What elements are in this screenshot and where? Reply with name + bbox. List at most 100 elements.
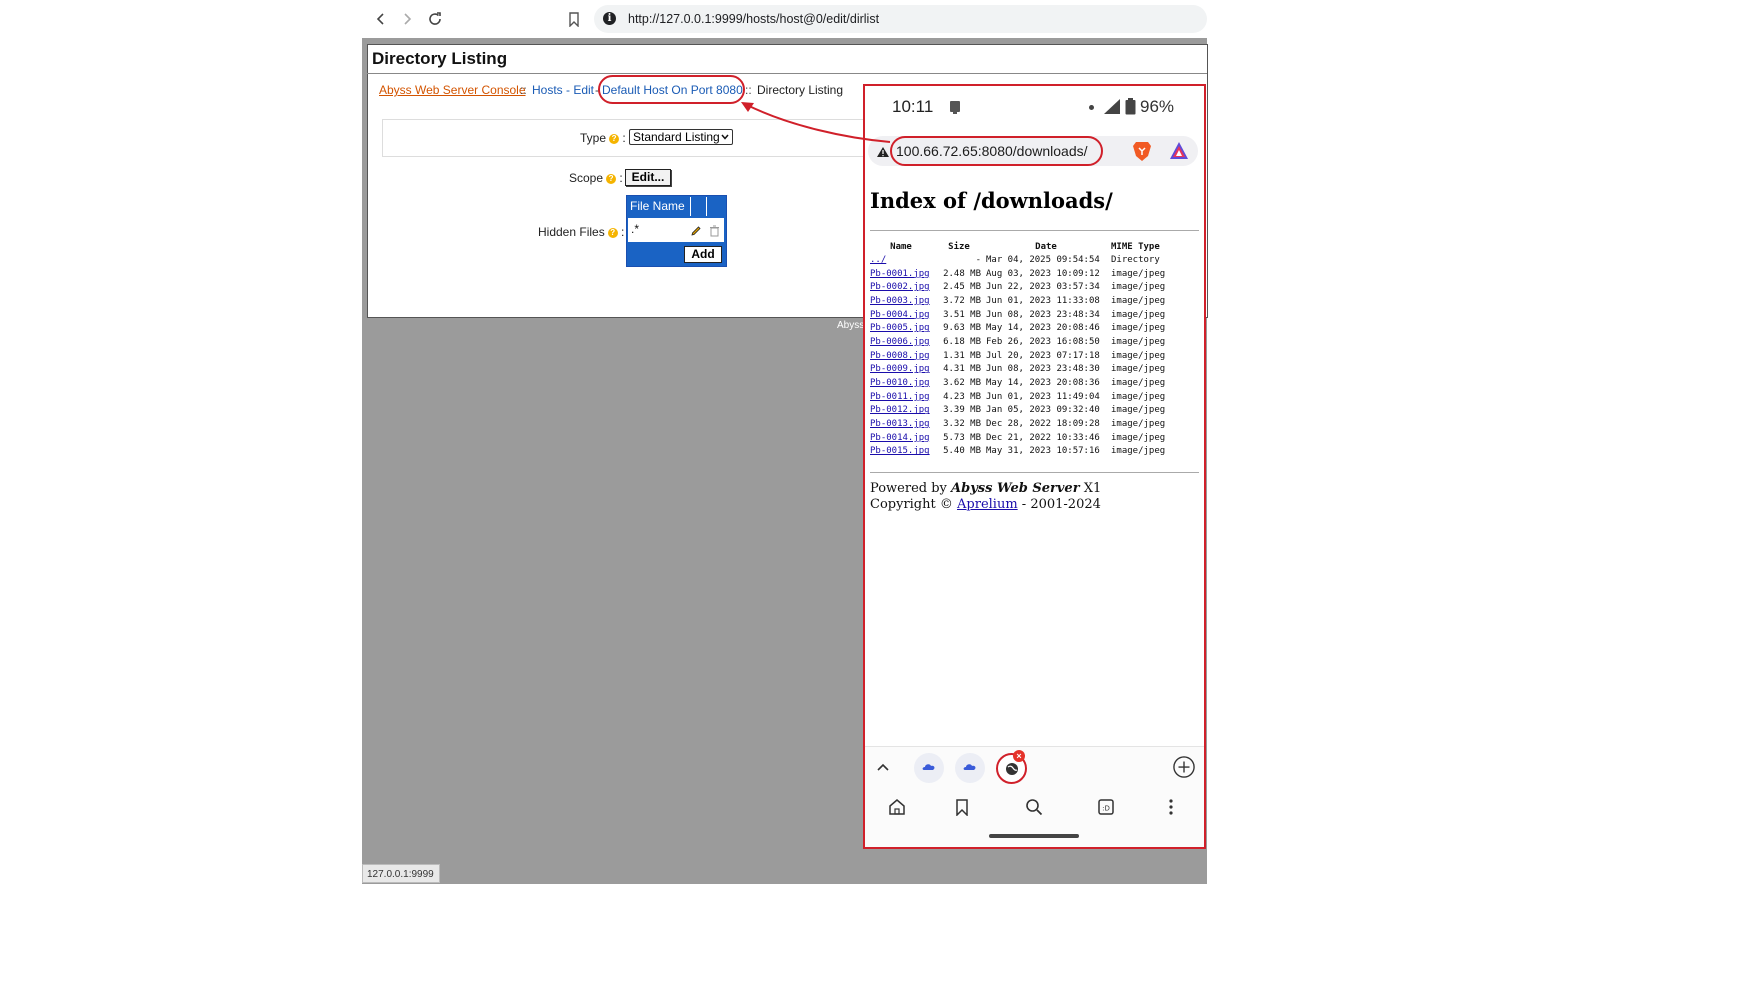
file-link[interactable]: Pb-0012.jpg	[870, 405, 930, 415]
breadcrumb-separator: ::	[745, 83, 752, 97]
table-row: Pb-0003.jpg 3.72 MB Jun 01, 2023 11:33:08 i…	[870, 294, 1170, 308]
tabs-button[interactable]: :D	[1095, 796, 1117, 818]
table-header-cell	[690, 197, 705, 216]
table-row: Pb-0011.jpg 4.23 MB Jun 01, 2023 11:49:04 i…	[870, 390, 1170, 404]
file-size: 3.72 MB	[943, 295, 981, 306]
file-date: Mar 04, 2025 09:54:54	[986, 254, 1100, 265]
file-link[interactable]: Pb-0013.jpg	[870, 419, 930, 429]
bookmarks-button[interactable]	[951, 796, 973, 818]
file-date: Jun 08, 2023 23:48:34	[986, 309, 1100, 320]
powered-by-footer: Powered by Abyss Web Server X1 Copyright…	[870, 481, 1101, 513]
more-vertical-icon	[1169, 799, 1173, 815]
new-tab-button[interactable]	[1173, 756, 1195, 778]
file-type: image/jpeg	[1111, 336, 1166, 347]
file-link[interactable]: ../	[870, 255, 886, 265]
address-text[interactable]: http://127.0.0.1:9999/hosts/host@0/edit/…	[628, 12, 879, 26]
breadcrumb-hosts-edit-link[interactable]: Hosts - Edit	[532, 83, 594, 97]
search-button[interactable]	[1023, 796, 1045, 818]
file-size: 2.48 MB	[943, 268, 981, 279]
file-type: image/jpeg	[1111, 309, 1166, 320]
file-link[interactable]: Pb-0009.jpg	[870, 364, 930, 374]
cloud-icon	[963, 764, 976, 770]
edit-row-button[interactable]	[690, 224, 702, 242]
breadcrumb-current: Directory Listing	[757, 83, 844, 97]
file-type: image/jpeg	[1111, 405, 1166, 416]
page-title: Directory Listing	[372, 49, 508, 68]
file-link[interactable]: Pb-0004.jpg	[870, 310, 930, 320]
copyright-line: Copyright © Aprelium - 2001-2024	[870, 497, 1101, 512]
signal-icon	[1103, 98, 1121, 120]
file-date: May 14, 2023 20:08:36	[986, 378, 1100, 389]
home-button[interactable]	[886, 796, 908, 818]
type-select-value: Standard Listing	[633, 130, 720, 144]
file-type: image/jpeg	[1111, 323, 1166, 334]
tab-favicon[interactable]	[955, 753, 985, 783]
notification-icon	[948, 100, 962, 120]
status-bar-url: 127.0.0.1:9999	[362, 864, 440, 883]
file-link[interactable]: Pb-0006.jpg	[870, 337, 930, 347]
brave-shield-icon[interactable]	[1132, 140, 1152, 167]
listing-heading: Index of /downloads/	[870, 188, 1113, 213]
collapse-tabs-button[interactable]	[872, 756, 894, 778]
close-tab-icon[interactable]: ×	[1013, 750, 1025, 762]
plus-circle-icon	[1173, 756, 1195, 778]
file-link[interactable]: Pb-0011.jpg	[870, 392, 930, 402]
reload-button[interactable]	[424, 8, 446, 30]
file-date: Jun 01, 2023 11:33:08	[986, 295, 1100, 306]
pencil-icon	[691, 226, 701, 236]
table-header-cell	[706, 197, 721, 216]
menu-button[interactable]	[1160, 796, 1182, 818]
table-row: Pb-0001.jpg 2.48 MB Aug 03, 2023 10:09:12 i…	[870, 267, 1170, 281]
help-icon[interactable]: ?	[609, 133, 620, 144]
site-info-icon[interactable]: i	[603, 12, 616, 25]
globe-icon	[1005, 762, 1018, 775]
breadcrumb-console-link[interactable]: Abyss Web Server Console	[379, 83, 526, 97]
trash-icon	[710, 225, 719, 237]
annotation-arrow	[741, 102, 891, 143]
table-header-row: Name Size Date MIME Type	[870, 240, 1170, 253]
bookmark-page-button[interactable]	[563, 8, 585, 30]
file-link[interactable]: Pb-0014.jpg	[870, 433, 930, 443]
table-header: File Name	[630, 199, 685, 213]
back-button[interactable]	[370, 8, 392, 30]
file-size: 9.63 MB	[943, 323, 981, 334]
home-icon	[889, 799, 905, 815]
aprelium-link[interactable]: Aprelium	[957, 497, 1018, 512]
add-button[interactable]: Add	[684, 246, 722, 263]
file-date: Jan 05, 2023 09:32:40	[986, 405, 1100, 416]
bookmark-icon	[956, 798, 968, 816]
file-date: Jun 01, 2023 11:49:04	[986, 391, 1100, 402]
file-type: image/jpeg	[1111, 350, 1166, 361]
file-size: 3.62 MB	[943, 378, 981, 389]
file-link[interactable]: Pb-0010.jpg	[870, 378, 930, 388]
file-link[interactable]: Pb-0003.jpg	[870, 296, 930, 306]
hidden-file-pattern: .*	[631, 222, 640, 236]
file-type: image/jpeg	[1111, 282, 1166, 293]
delete-row-button[interactable]	[709, 224, 720, 242]
forward-button[interactable]	[396, 8, 418, 30]
file-link[interactable]: Pb-0001.jpg	[870, 269, 930, 279]
file-type: image/jpeg	[1111, 268, 1166, 279]
help-icon[interactable]: ?	[606, 173, 617, 184]
column-header: Name	[890, 241, 912, 252]
file-date: Jun 22, 2023 03:57:34	[986, 282, 1100, 293]
scope-edit-button[interactable]: Edit...	[625, 169, 671, 186]
powered-line: Powered by Abyss Web Server X1	[870, 481, 1102, 496]
file-link[interactable]: Pb-0002.jpg	[870, 282, 930, 292]
table-row: Pb-0006.jpg 6.18 MB Feb 26, 2023 16:08:50 i…	[870, 335, 1170, 349]
table-row: Pb-0009.jpg 4.31 MB Jun 08, 2023 23:48:30 i…	[870, 363, 1170, 377]
gesture-handle	[989, 834, 1079, 838]
file-link[interactable]: Pb-0008.jpg	[870, 351, 930, 361]
type-select[interactable]: Standard Listing	[629, 129, 733, 145]
server-name: Abyss Web Server	[951, 481, 1080, 496]
chevron-down-icon	[721, 134, 729, 140]
file-link[interactable]: Pb-0015.jpg	[870, 446, 930, 456]
file-link[interactable]: Pb-0005.jpg	[870, 323, 930, 333]
file-size: 1.31 MB	[943, 350, 981, 361]
file-type: image/jpeg	[1111, 378, 1166, 389]
tab-favicon[interactable]	[914, 753, 944, 783]
divider	[870, 230, 1199, 231]
footer-text: Abyss	[837, 320, 865, 331]
help-icon[interactable]: ?	[607, 227, 618, 238]
brave-rewards-icon[interactable]	[1169, 141, 1189, 165]
